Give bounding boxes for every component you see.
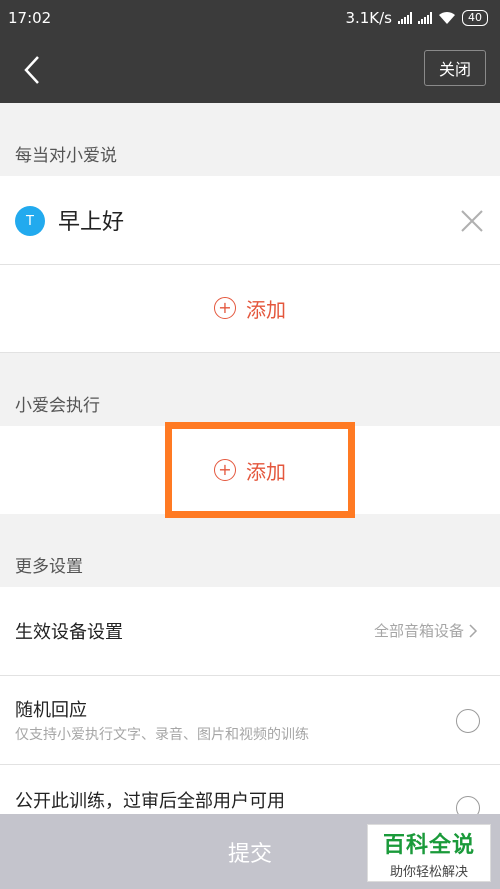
- device-setting-label: 生效设备设置: [15, 622, 123, 643]
- action-section-title: 小爱会执行: [15, 396, 100, 416]
- device-setting-row[interactable]: 生效设备设置 全部音箱设备: [0, 587, 500, 675]
- status-bar: 17:02 3.1K/s 40: [0, 0, 500, 36]
- net-speed: 3.1K/s: [345, 9, 392, 27]
- plus-circle-icon: +: [214, 297, 236, 319]
- watermark-logo: 百科全说 助你轻松解决: [367, 824, 491, 882]
- trigger-card: T 早上好 + 添加: [0, 176, 500, 352]
- watermark-subtitle: 助你轻松解决: [389, 864, 468, 880]
- chevron-right-icon: [469, 623, 478, 638]
- close-button[interactable]: 关闭: [424, 50, 486, 86]
- t-icon: T: [15, 206, 45, 236]
- highlight-box: [165, 422, 355, 518]
- device-setting-value: 全部音箱设备: [374, 620, 478, 641]
- back-arrow-icon[interactable]: [18, 54, 48, 86]
- watermark-title: 百科全说: [382, 832, 475, 858]
- status-indicators: 3.1K/s 40: [345, 9, 488, 27]
- more-settings-card: 生效设备设置 全部音箱设备 随机回应 仅支持小爱执行文字、录音、图片和视频的训练…: [0, 587, 500, 820]
- submit-label: 提交: [227, 841, 272, 867]
- trigger-section-title: 每当对小爱说: [15, 146, 117, 166]
- trigger-phrase[interactable]: 早上好: [58, 204, 124, 236]
- device-setting-value-text: 全部音箱设备: [373, 622, 464, 640]
- signal-icon-2: [418, 12, 432, 24]
- random-reply-label: 随机回应: [15, 700, 87, 721]
- battery-icon: 40: [462, 10, 488, 26]
- random-reply-sub: 仅支持小爱执行文字、录音、图片和视频的训练: [15, 727, 309, 743]
- random-reply-radio[interactable]: [456, 709, 480, 733]
- divider: [0, 352, 500, 353]
- wifi-icon: [439, 11, 455, 24]
- add-trigger-label: 添加: [246, 297, 286, 322]
- public-training-label: 公开此训练，过审后全部用户可用: [15, 791, 285, 812]
- nav-bar: 关闭: [0, 36, 500, 103]
- remove-icon[interactable]: [458, 207, 486, 235]
- signal-icon: [398, 12, 412, 24]
- status-time: 17:02: [8, 9, 52, 27]
- random-reply-row[interactable]: 随机回应 仅支持小爱执行文字、录音、图片和视频的训练: [0, 676, 500, 764]
- add-trigger-button[interactable]: + 添加: [0, 264, 500, 352]
- more-section-title: 更多设置: [15, 557, 83, 577]
